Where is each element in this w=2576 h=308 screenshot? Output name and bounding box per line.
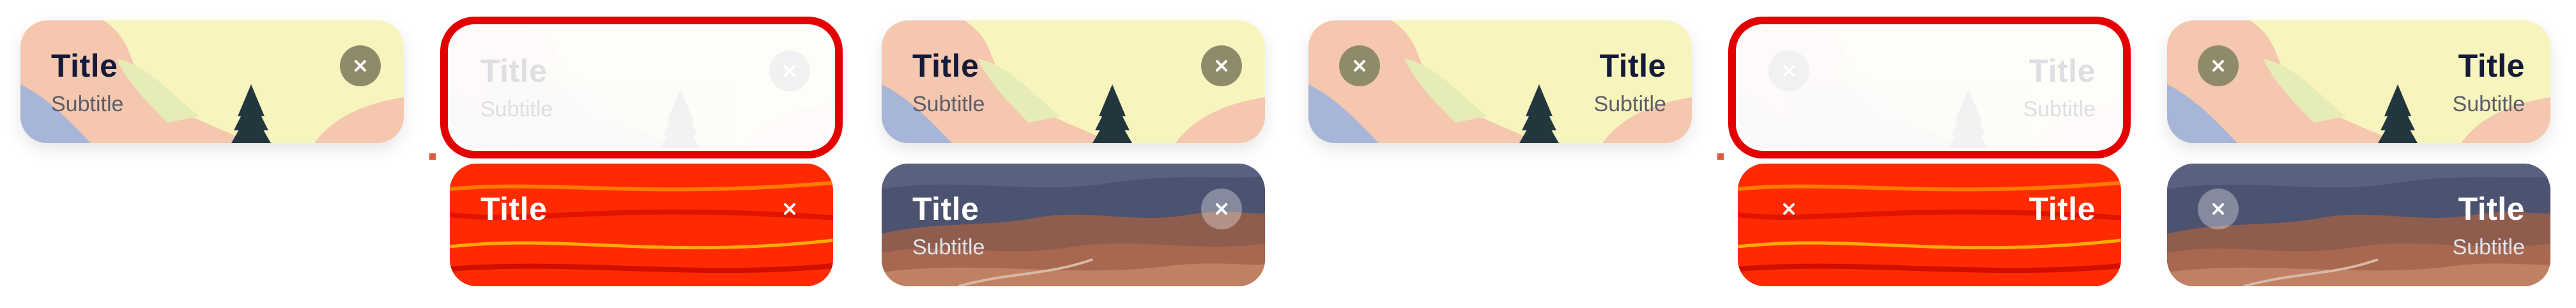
close-icon[interactable] bbox=[1339, 45, 1380, 86]
card-subtitle: Subtitle bbox=[480, 97, 553, 121]
notification-card-3[interactable]: Title Subtitle bbox=[882, 20, 1265, 143]
card-title: Title bbox=[480, 53, 548, 89]
notification-card-2[interactable]: Title Subtitle bbox=[450, 26, 833, 148]
card-title: Title bbox=[51, 48, 118, 84]
card-subtitle: Subtitle bbox=[1593, 92, 1666, 116]
card-subtitle: Subtitle bbox=[51, 92, 124, 116]
card-title: Title bbox=[912, 191, 979, 227]
notification-card-5[interactable]: Title Subtitle bbox=[1738, 26, 2121, 148]
notification-card-7[interactable]: Title bbox=[450, 164, 833, 286]
notification-card-9[interactable]: Title bbox=[1738, 164, 2121, 286]
card-title: Title bbox=[2028, 53, 2096, 89]
card-title: Title bbox=[2458, 191, 2525, 227]
card-title: Title bbox=[1599, 48, 1666, 84]
card-subtitle: Subtitle bbox=[2023, 97, 2096, 121]
marker bbox=[1717, 153, 1724, 160]
card-title: Title bbox=[912, 48, 979, 84]
card-title: Title bbox=[2458, 48, 2525, 84]
notification-card-4[interactable]: Title Subtitle bbox=[1308, 20, 1692, 143]
close-icon[interactable] bbox=[2198, 45, 2239, 86]
notification-card-8[interactable]: Title Subtitle bbox=[882, 164, 1265, 286]
notification-card-6[interactable]: Title Subtitle bbox=[2167, 20, 2550, 143]
card-subtitle: Subtitle bbox=[912, 235, 985, 259]
card-subtitle: Subtitle bbox=[2452, 92, 2525, 116]
close-icon[interactable] bbox=[769, 189, 810, 229]
close-icon[interactable] bbox=[769, 50, 810, 91]
close-icon[interactable] bbox=[1201, 45, 1242, 86]
notification-card-1[interactable]: Title Subtitle bbox=[20, 20, 404, 143]
close-icon[interactable] bbox=[2198, 189, 2239, 229]
card-title: Title bbox=[2028, 191, 2096, 227]
card-subtitle: Subtitle bbox=[912, 92, 985, 116]
close-icon[interactable] bbox=[340, 45, 381, 86]
notification-card-10[interactable]: Title Subtitle bbox=[2167, 164, 2550, 286]
card-subtitle: Subtitle bbox=[2452, 235, 2525, 259]
card-title: Title bbox=[480, 191, 548, 227]
marker bbox=[429, 153, 436, 160]
close-icon[interactable] bbox=[1201, 189, 1242, 229]
close-icon[interactable] bbox=[1768, 50, 1809, 91]
close-icon[interactable] bbox=[1768, 189, 1809, 229]
